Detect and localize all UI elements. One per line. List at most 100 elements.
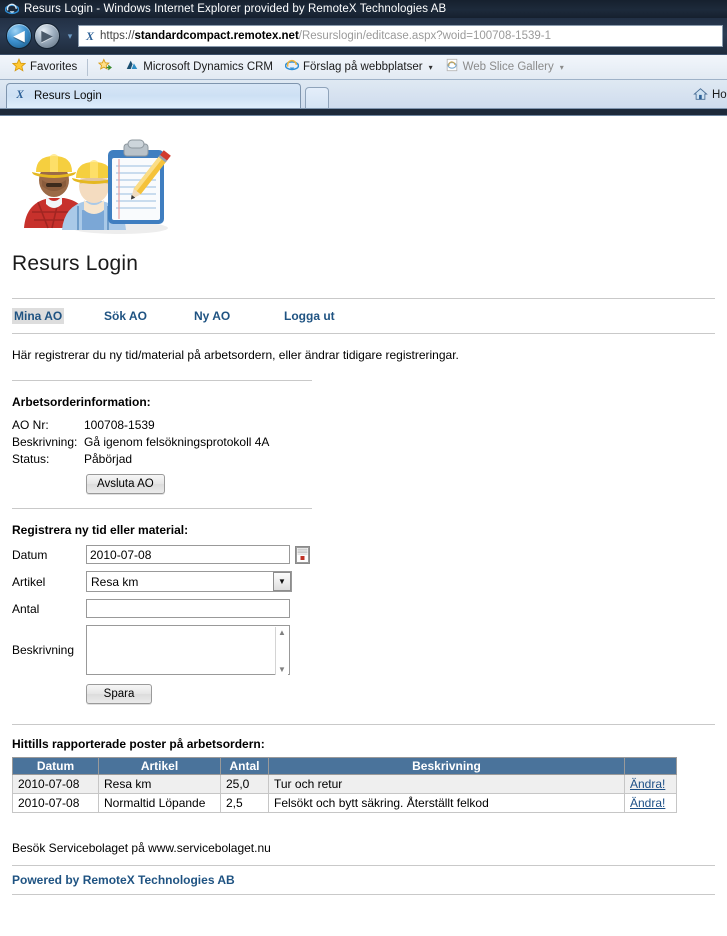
cell-beskrivning: Felsökt och bytt säkring. Återställt fel…	[268, 793, 625, 813]
nav-link-sok-ao[interactable]: Sök AO	[102, 308, 149, 324]
column-header-actions	[624, 757, 677, 775]
column-header-beskrivning: Beskrivning	[268, 757, 625, 775]
workorder-heading: Arbetsorderinformation:	[12, 395, 151, 409]
field-label: Beskrivning:	[12, 435, 78, 449]
back-button[interactable]: ◀	[6, 23, 32, 49]
chevron-down-icon: ▾	[428, 62, 433, 72]
field-value: Påbörjad	[84, 452, 133, 466]
nav-link-ny-ao[interactable]: Ny AO	[192, 308, 232, 324]
nav-link-logga-ut[interactable]: Logga ut	[282, 308, 337, 324]
tab-strip: X Resurs Login Ho	[0, 80, 727, 109]
nav-slot: Ny AO	[192, 308, 282, 324]
home-icon	[693, 87, 708, 105]
beskrivning-textarea[interactable]: ▲ ▼	[86, 625, 290, 675]
favorites-button[interactable]: Favorites	[6, 57, 83, 77]
divider-above-register	[12, 508, 312, 509]
url-scheme: https://	[100, 30, 135, 42]
fav-label: Microsoft Dynamics CRM	[143, 61, 274, 73]
datum-input[interactable]	[86, 545, 290, 564]
history-dropdown-button[interactable]: ▾	[63, 31, 77, 42]
workorder-field-status: Status: Påbörjad	[12, 451, 727, 468]
divider-below-nav	[12, 333, 715, 334]
star-icon	[11, 58, 27, 76]
add-to-favorites-bar-button[interactable]	[92, 57, 119, 77]
scroll-down-icon[interactable]: ▼	[278, 665, 286, 674]
new-tab-button[interactable]	[305, 87, 329, 108]
textarea-scrollbar[interactable]: ▲ ▼	[275, 627, 288, 675]
nav-link-mina-ao[interactable]: Mina AO	[12, 308, 65, 324]
site-logo	[12, 128, 184, 236]
cell-beskrivning: Tur och retur	[268, 774, 625, 794]
web-slice-icon	[445, 58, 459, 76]
navigation-toolbar: ◀ ▶ ▾ X https://standardcompact.remotex.…	[0, 18, 727, 54]
cell-datum: 2010-07-08	[12, 793, 99, 813]
reported-items-table: Datum Artikel Antal Beskrivning 2010-07-…	[12, 757, 677, 813]
tab-label: Resurs Login	[34, 90, 102, 102]
nav-slot: Logga ut	[282, 308, 372, 324]
tab-resurs-login[interactable]: X Resurs Login	[6, 83, 301, 108]
antal-label: Antal	[12, 601, 40, 616]
fav-label: Förslag på webbplatser	[303, 61, 423, 73]
url-domain-prefix: standardcompact.	[134, 30, 234, 42]
fav-item-dynamics-crm[interactable]: Microsoft Dynamics CRM	[119, 57, 279, 77]
svg-text:X: X	[15, 89, 24, 101]
divider-above-table	[12, 724, 715, 725]
form-row-beskrivning: Beskrivning ▲ ▼	[12, 625, 727, 675]
register-heading: Registrera ny tid eller material:	[12, 523, 189, 537]
table-row: 2010-07-08 Normaltid Löpande 2,5 Felsökt…	[12, 793, 677, 813]
fav-item-web-slice-gallery[interactable]: Web Slice Gallery ▾	[439, 57, 570, 77]
address-bar[interactable]: X https://standardcompact.remotex.net/Re…	[78, 25, 723, 47]
chevron-down-icon[interactable]: ▼	[273, 572, 291, 591]
nav-slot: Mina AO	[12, 308, 102, 324]
field-value: 100708-1539	[84, 418, 155, 432]
home-button[interactable]: Ho	[693, 87, 727, 105]
antal-input[interactable]	[86, 599, 290, 618]
browser-window: Resurs Login - Windows Internet Explorer…	[0, 0, 727, 936]
field-label: Status:	[12, 452, 50, 466]
forward-button[interactable]: ▶	[34, 23, 60, 49]
favorites-label: Favorites	[30, 61, 78, 73]
avsluta-ao-button[interactable]: Avsluta AO	[86, 474, 165, 494]
beskrivning-label: Beskrivning	[12, 643, 75, 657]
page-content: Resurs Login Mina AO Sök AO Ny AO Logga …	[0, 116, 727, 895]
form-row-artikel: Artikel Resa km ▼	[12, 571, 727, 592]
favorites-bar: Favorites Microsoft Dynamics CRM Förslag…	[0, 54, 727, 80]
spara-button[interactable]: Spara	[86, 684, 152, 704]
page-favicon-icon: X	[15, 87, 28, 105]
table-header-row: Datum Artikel Antal Beskrivning	[12, 757, 677, 775]
artikel-select[interactable]: Resa km	[86, 571, 292, 592]
footer-note: Besök Servicebolaget på www.servicebolag…	[12, 841, 271, 855]
datum-label: Datum	[12, 547, 48, 562]
address-url-text: https://standardcompact.remotex.net/Resu…	[100, 30, 551, 42]
divider-below-powered	[12, 894, 715, 895]
url-path: /Resurslogin/editcase.aspx?woid=100708-1…	[298, 30, 551, 42]
page-title: Resurs Login	[12, 252, 139, 275]
cell-antal: 25,0	[220, 774, 269, 794]
calendar-icon[interactable]	[295, 545, 310, 564]
andra-link[interactable]: Ändra!	[630, 796, 665, 810]
workorder-field-beskrivning: Beskrivning: Gå igenom felsökningsprotok…	[12, 434, 727, 451]
artikel-select-wrap: Resa km ▼	[86, 571, 292, 592]
fav-item-forslag-pa-webbplatser[interactable]: Förslag på webbplatser ▾	[279, 57, 439, 77]
back-arrow-icon: ◀	[13, 26, 25, 45]
field-value: Gå igenom felsökningsprotokoll 4A	[84, 435, 270, 449]
scroll-up-icon[interactable]: ▲	[278, 628, 286, 637]
cell-artikel: Normaltid Löpande	[98, 793, 221, 813]
reported-heading: Hittills rapporterade poster på arbetsor…	[12, 737, 265, 751]
powered-by-label: Powered by RemoteX Technologies AB	[12, 873, 235, 887]
home-label: Ho	[712, 89, 727, 102]
forward-arrow-icon: ▶	[41, 26, 53, 45]
dynamics-crm-icon	[125, 58, 139, 76]
toolbar-separator	[87, 58, 89, 76]
artikel-label: Artikel	[12, 574, 46, 589]
andra-link[interactable]: Ändra!	[630, 777, 665, 791]
form-row-datum: Datum	[12, 545, 727, 564]
form-row-antal: Antal	[12, 599, 727, 618]
star-plus-icon	[98, 58, 113, 76]
cell-antal: 2,5	[220, 793, 269, 813]
cell-datum: 2010-07-08	[12, 774, 99, 794]
column-header-artikel: Artikel	[98, 757, 221, 775]
chevron-down-icon: ▾	[67, 30, 73, 41]
internet-explorer-icon	[284, 58, 300, 76]
internet-explorer-icon	[4, 2, 20, 16]
